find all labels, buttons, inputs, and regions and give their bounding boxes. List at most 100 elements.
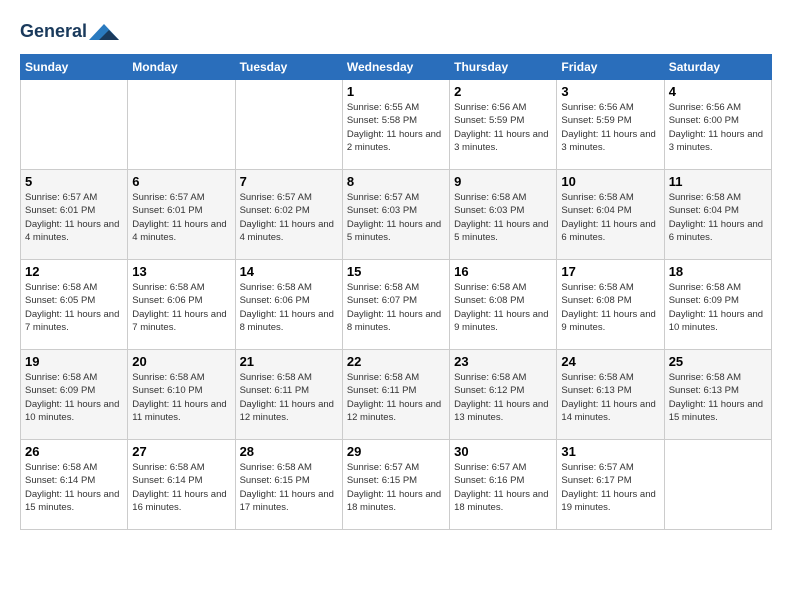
day-info: Sunrise: 6:58 AMSunset: 6:11 PMDaylight:… [347, 371, 445, 424]
day-info: Sunrise: 6:58 AMSunset: 6:07 PMDaylight:… [347, 281, 445, 334]
day-info: Sunrise: 6:58 AMSunset: 6:09 PMDaylight:… [669, 281, 767, 334]
calendar-cell [128, 80, 235, 170]
column-header-saturday: Saturday [664, 55, 771, 80]
logo: General [20, 20, 119, 44]
calendar-cell: 3 Sunrise: 6:56 AMSunset: 5:59 PMDaylight… [557, 80, 664, 170]
day-info: Sunrise: 6:58 AMSunset: 6:06 PMDaylight:… [240, 281, 338, 334]
day-number: 10 [561, 174, 659, 189]
day-number: 7 [240, 174, 338, 189]
day-info: Sunrise: 6:58 AMSunset: 6:09 PMDaylight:… [25, 371, 123, 424]
calendar-cell: 18Sunrise: 6:58 AMSunset: 6:09 PMDayligh… [664, 260, 771, 350]
day-info: Sunrise: 6:58 AMSunset: 6:04 PMDaylight:… [561, 191, 659, 244]
day-info: Sunrise: 6:58 AMSunset: 6:06 PMDaylight:… [132, 281, 230, 334]
day-info: Sunrise: 6:58 AMSunset: 6:15 PMDaylight:… [240, 461, 338, 514]
day-info: Sunrise: 6:58 AMSunset: 6:11 PMDaylight:… [240, 371, 338, 424]
day-number: 6 [132, 174, 230, 189]
calendar-cell: 14 Sunrise: 6:58 AMSunset: 6:06 PMDayligh… [235, 260, 342, 350]
week-row-2: 5 Sunrise: 6:57 AMSunset: 6:01 PMDaylight… [21, 170, 772, 260]
day-info: Sunrise: 6:58 AMSunset: 6:08 PMDaylight:… [454, 281, 552, 334]
column-header-wednesday: Wednesday [342, 55, 449, 80]
calendar-cell: 10 Sunrise: 6:58 AMSunset: 6:04 PMDayligh… [557, 170, 664, 260]
day-number: 20 [132, 354, 230, 369]
day-info: Sunrise: 6:57 AMSunset: 6:01 PMDaylight:… [132, 191, 230, 244]
day-info: Sunrise: 6:58 AMSunset: 6:05 PMDaylight:… [25, 281, 123, 334]
calendar-cell: 22Sunrise: 6:58 AMSunset: 6:11 PMDayligh… [342, 350, 449, 440]
day-number: 2 [454, 84, 552, 99]
day-number: 25 [669, 354, 767, 369]
calendar-cell: 29 Sunrise: 6:57 AMSunset: 6:15 PMDayligh… [342, 440, 449, 530]
column-header-tuesday: Tuesday [235, 55, 342, 80]
day-number: 21 [240, 354, 338, 369]
day-info: Sunrise: 6:58 AMSunset: 6:08 PMDaylight:… [561, 281, 659, 334]
day-info: Sunrise: 6:57 AMSunset: 6:15 PMDaylight:… [347, 461, 445, 514]
day-number: 26 [25, 444, 123, 459]
day-info: Sunrise: 6:58 AMSunset: 6:04 PMDaylight:… [669, 191, 767, 244]
day-info: Sunrise: 6:58 AMSunset: 6:14 PMDaylight:… [25, 461, 123, 514]
day-info: Sunrise: 6:57 AMSunset: 6:16 PMDaylight:… [454, 461, 552, 514]
day-info: Sunrise: 6:56 AMSunset: 5:59 PMDaylight:… [561, 101, 659, 154]
day-number: 30 [454, 444, 552, 459]
day-number: 8 [347, 174, 445, 189]
day-info: Sunrise: 6:55 AMSunset: 5:58 PMDaylight:… [347, 101, 445, 154]
day-info: Sunrise: 6:56 AMSunset: 5:59 PMDaylight:… [454, 101, 552, 154]
calendar-cell: 1 Sunrise: 6:55 AMSunset: 5:58 PMDaylight… [342, 80, 449, 170]
calendar-cell: 20 Sunrise: 6:58 AMSunset: 6:10 PMDayligh… [128, 350, 235, 440]
day-number: 4 [669, 84, 767, 99]
calendar-cell: 12 Sunrise: 6:58 AMSunset: 6:05 PMDayligh… [21, 260, 128, 350]
day-number: 9 [454, 174, 552, 189]
calendar-cell: 13 Sunrise: 6:58 AMSunset: 6:06 PMDayligh… [128, 260, 235, 350]
day-info: Sunrise: 6:58 AMSunset: 6:14 PMDaylight:… [132, 461, 230, 514]
calendar-header-row: SundayMondayTuesdayWednesdayThursdayFrid… [21, 55, 772, 80]
calendar-cell: 21 Sunrise: 6:58 AMSunset: 6:11 PMDayligh… [235, 350, 342, 440]
day-number: 29 [347, 444, 445, 459]
day-number: 12 [25, 264, 123, 279]
calendar-cell: 5 Sunrise: 6:57 AMSunset: 6:01 PMDaylight… [21, 170, 128, 260]
day-info: Sunrise: 6:58 AMSunset: 6:13 PMDaylight:… [669, 371, 767, 424]
day-info: Sunrise: 6:58 AMSunset: 6:12 PMDaylight:… [454, 371, 552, 424]
day-number: 16 [454, 264, 552, 279]
day-info: Sunrise: 6:57 AMSunset: 6:02 PMDaylight:… [240, 191, 338, 244]
day-number: 14 [240, 264, 338, 279]
week-row-3: 12 Sunrise: 6:58 AMSunset: 6:05 PMDayligh… [21, 260, 772, 350]
calendar-cell: 4 Sunrise: 6:56 AMSunset: 6:00 PMDaylight… [664, 80, 771, 170]
calendar-cell: 25 Sunrise: 6:58 AMSunset: 6:13 PMDayligh… [664, 350, 771, 440]
week-row-5: 26 Sunrise: 6:58 AMSunset: 6:14 PMDayligh… [21, 440, 772, 530]
calendar-cell: 28Sunrise: 6:58 AMSunset: 6:15 PMDayligh… [235, 440, 342, 530]
calendar-cell: 23 Sunrise: 6:58 AMSunset: 6:12 PMDayligh… [450, 350, 557, 440]
column-header-thursday: Thursday [450, 55, 557, 80]
calendar-cell [21, 80, 128, 170]
day-info: Sunrise: 6:56 AMSunset: 6:00 PMDaylight:… [669, 101, 767, 154]
calendar-cell: 31Sunrise: 6:57 AMSunset: 6:17 PMDayligh… [557, 440, 664, 530]
day-info: Sunrise: 6:57 AMSunset: 6:17 PMDaylight:… [561, 461, 659, 514]
calendar-cell: 2 Sunrise: 6:56 AMSunset: 5:59 PMDaylight… [450, 80, 557, 170]
day-number: 23 [454, 354, 552, 369]
calendar-cell: 17 Sunrise: 6:58 AMSunset: 6:08 PMDayligh… [557, 260, 664, 350]
calendar-cell: 16 Sunrise: 6:58 AMSunset: 6:08 PMDayligh… [450, 260, 557, 350]
calendar-cell: 7 Sunrise: 6:57 AMSunset: 6:02 PMDaylight… [235, 170, 342, 260]
day-number: 13 [132, 264, 230, 279]
day-number: 17 [561, 264, 659, 279]
calendar-cell: 19 Sunrise: 6:58 AMSunset: 6:09 PMDayligh… [21, 350, 128, 440]
calendar-cell: 30 Sunrise: 6:57 AMSunset: 6:16 PMDayligh… [450, 440, 557, 530]
calendar-cell: 27 Sunrise: 6:58 AMSunset: 6:14 PMDayligh… [128, 440, 235, 530]
day-info: Sunrise: 6:58 AMSunset: 6:03 PMDaylight:… [454, 191, 552, 244]
week-row-1: 1 Sunrise: 6:55 AMSunset: 5:58 PMDaylight… [21, 80, 772, 170]
day-info: Sunrise: 6:57 AMSunset: 6:03 PMDaylight:… [347, 191, 445, 244]
column-header-friday: Friday [557, 55, 664, 80]
calendar-table: SundayMondayTuesdayWednesdayThursdayFrid… [20, 54, 772, 530]
day-number: 19 [25, 354, 123, 369]
day-info: Sunrise: 6:57 AMSunset: 6:01 PMDaylight:… [25, 191, 123, 244]
calendar-cell: 11Sunrise: 6:58 AMSunset: 6:04 PMDayligh… [664, 170, 771, 260]
day-info: Sunrise: 6:58 AMSunset: 6:10 PMDaylight:… [132, 371, 230, 424]
calendar-cell [664, 440, 771, 530]
logo-line1: General [20, 20, 119, 44]
calendar-cell: 9 Sunrise: 6:58 AMSunset: 6:03 PMDaylight… [450, 170, 557, 260]
day-number: 3 [561, 84, 659, 99]
calendar-cell: 8 Sunrise: 6:57 AMSunset: 6:03 PMDaylight… [342, 170, 449, 260]
column-header-monday: Monday [128, 55, 235, 80]
day-number: 5 [25, 174, 123, 189]
day-number: 27 [132, 444, 230, 459]
calendar-cell [235, 80, 342, 170]
day-number: 1 [347, 84, 445, 99]
page-header: General [20, 20, 772, 44]
